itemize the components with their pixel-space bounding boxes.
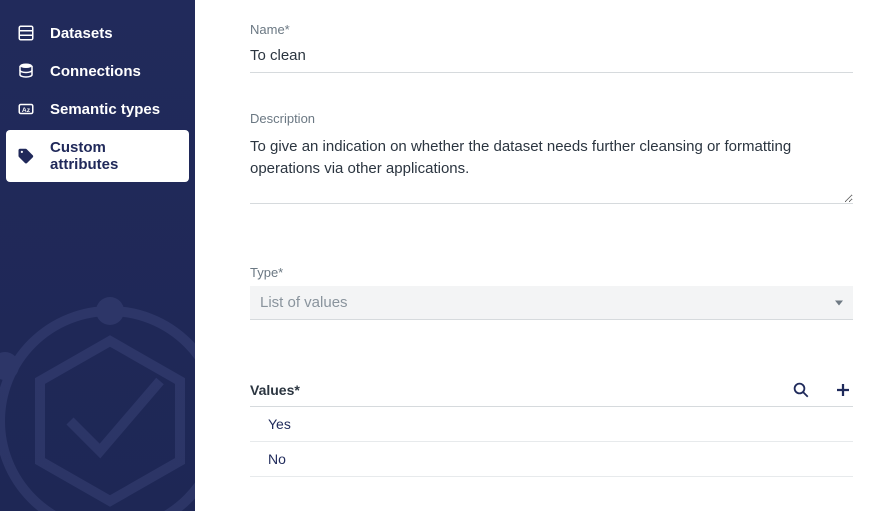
- type-select[interactable]: List of values: [250, 286, 853, 320]
- values-actions: [791, 380, 853, 400]
- custom-attributes-icon: [16, 146, 36, 166]
- sidebar: Datasets Connections Az Semantic types C…: [0, 0, 195, 511]
- type-select-value: List of values: [260, 294, 348, 311]
- datasets-icon: [16, 23, 36, 43]
- svg-text:Az: Az: [22, 107, 31, 114]
- sidebar-item-label: Semantic types: [50, 101, 160, 118]
- values-label: Values*: [250, 382, 791, 398]
- type-label: Type*: [250, 265, 853, 280]
- semantic-types-icon: Az: [16, 99, 36, 119]
- sidebar-item-label: Connections: [50, 63, 141, 80]
- sidebar-item-label: Datasets: [50, 25, 113, 42]
- name-input[interactable]: [250, 43, 853, 73]
- value-row[interactable]: No: [250, 442, 853, 477]
- sidebar-item-connections[interactable]: Connections: [0, 52, 195, 90]
- description-field: Description: [250, 111, 853, 209]
- name-label: Name*: [250, 22, 853, 37]
- sidebar-item-datasets[interactable]: Datasets: [0, 14, 195, 52]
- main-content: Name* Description Type* List of values V…: [195, 0, 883, 511]
- values-section: Values* Yes No: [250, 380, 853, 477]
- sidebar-item-custom-attributes[interactable]: Custom attributes: [6, 130, 189, 182]
- connections-icon: [16, 61, 36, 81]
- value-row[interactable]: Yes: [250, 407, 853, 442]
- value-label: No: [268, 451, 286, 467]
- description-label: Description: [250, 111, 853, 126]
- chevron-down-icon: [835, 300, 843, 305]
- name-field: Name*: [250, 22, 853, 73]
- add-icon[interactable]: [833, 380, 853, 400]
- type-field: Type* List of values: [250, 265, 853, 320]
- sidebar-item-label: Custom attributes: [50, 139, 175, 173]
- description-input[interactable]: [250, 132, 853, 204]
- search-icon[interactable]: [791, 380, 811, 400]
- sidebar-item-semantic-types[interactable]: Az Semantic types: [0, 90, 195, 128]
- value-label: Yes: [268, 416, 291, 432]
- sidebar-decoration: [0, 271, 195, 511]
- values-header: Values*: [250, 380, 853, 407]
